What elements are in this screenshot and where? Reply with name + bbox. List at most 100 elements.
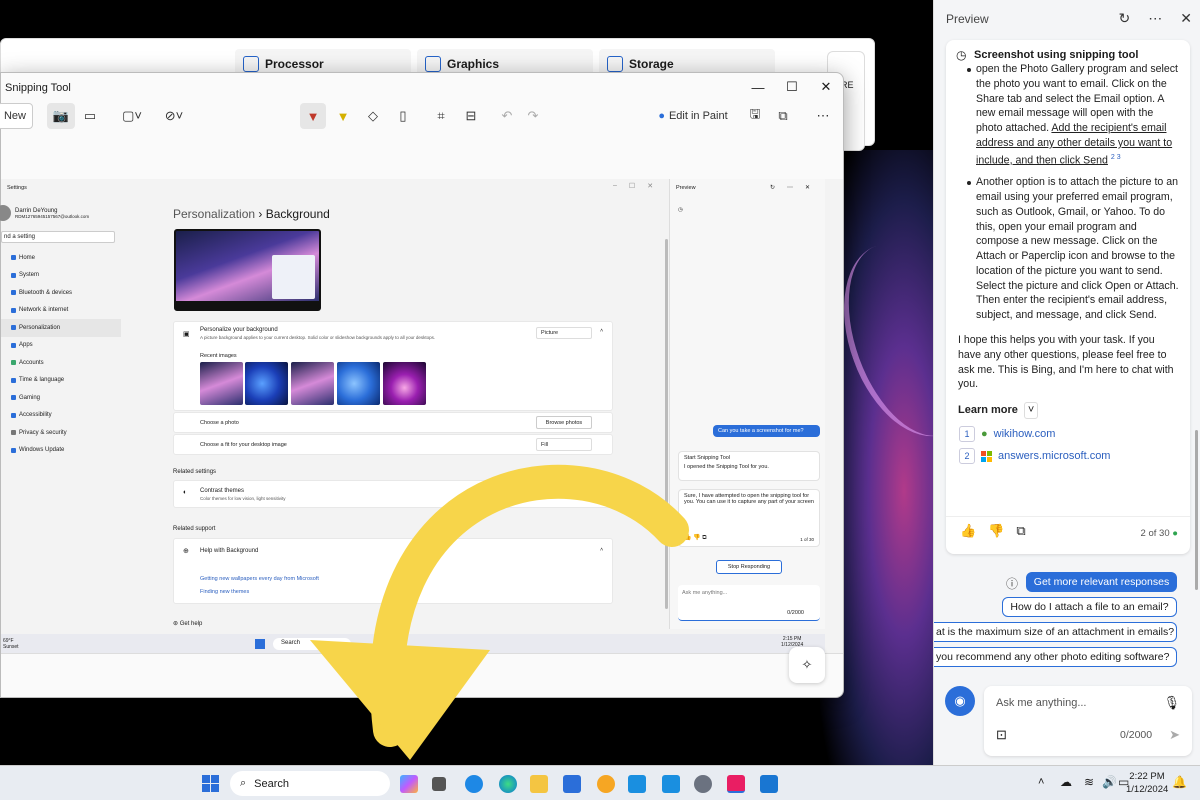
app-icon[interactable] xyxy=(628,775,646,793)
background-type-select[interactable]: Picture xyxy=(536,327,592,339)
close-button[interactable]: ✕ xyxy=(809,73,843,101)
get-more-responses-button[interactable]: Get more relevant responses xyxy=(1026,572,1177,592)
suggestion-chip[interactable]: you recommend any other photo editing so… xyxy=(934,647,1177,667)
learn-more-label: Learn more xyxy=(958,404,1018,417)
citation-link[interactable]: 2 answers.microsoft.com xyxy=(946,445,1190,467)
edge-icon[interactable] xyxy=(499,775,517,793)
char-count: 0/2000 xyxy=(1120,729,1153,741)
refresh-icon[interactable]: ↻ xyxy=(770,184,775,191)
video-icon[interactable]: ▭ xyxy=(77,103,103,129)
highlighter-icon[interactable]: ▼ xyxy=(331,103,355,129)
suggestion-chip[interactable]: at is the maximum size of an attachment … xyxy=(934,622,1177,642)
copilot-icon[interactable] xyxy=(400,775,418,793)
rectangle-mode-icon[interactable]: ▢˅ xyxy=(117,103,147,129)
more-icon[interactable]: ⋯ xyxy=(1148,10,1162,27)
nav-label: Gaming xyxy=(19,394,41,401)
screenshot-icon[interactable]: ⊡ xyxy=(996,727,1007,743)
themes-link[interactable]: Finding new themes xyxy=(200,589,249,595)
text-actions-icon[interactable]: ⊟ xyxy=(459,103,483,129)
recent-image-5[interactable] xyxy=(383,362,426,405)
close-icon[interactable]: ✕ xyxy=(805,184,810,191)
stop-responding-button[interactable]: Stop Responding xyxy=(716,560,782,574)
redo-icon[interactable]: ↷ xyxy=(521,103,545,129)
get-help-link[interactable]: ⊛ Get help xyxy=(173,620,202,627)
history-icon[interactable]: ◷ xyxy=(678,207,683,213)
delay-icon[interactable]: ⊘˅ xyxy=(159,103,189,129)
copilot-scrollbar[interactable] xyxy=(1195,430,1198,590)
teams-icon[interactable] xyxy=(465,775,483,793)
nav-privacy[interactable]: Privacy & security xyxy=(1,424,121,442)
recent-image-1[interactable] xyxy=(200,362,243,405)
wifi-icon[interactable]: ≋ xyxy=(1084,775,1094,789)
nav-network[interactable]: Network & internet xyxy=(1,302,121,320)
mail-icon[interactable] xyxy=(760,775,778,793)
snipping-tool-icon[interactable] xyxy=(727,775,745,793)
nav-accessibility[interactable]: Accessibility xyxy=(1,407,121,425)
history-icon[interactable]: ◷ xyxy=(956,48,966,62)
camera-icon[interactable]: 📷 xyxy=(47,103,75,129)
contrast-desc: Color themes for low vision, light sensi… xyxy=(200,496,286,501)
minimize-button[interactable]: — xyxy=(741,73,775,101)
more-icon[interactable]: ⋯ xyxy=(787,184,793,191)
nav-apps[interactable]: Apps xyxy=(1,337,121,355)
nav-system[interactable]: System xyxy=(1,267,121,285)
eraser-icon[interactable]: ◇ xyxy=(361,103,385,129)
store-icon[interactable] xyxy=(563,775,581,793)
maximize-button[interactable]: ☐ xyxy=(775,73,809,101)
start-icon[interactable] xyxy=(202,775,219,792)
ask-input[interactable]: Ask me anything... 🎙 ⊡ 0/2000 ➤ xyxy=(984,686,1192,756)
file-explorer-icon[interactable] xyxy=(530,775,548,793)
learn-more-toggle[interactable]: Learn more ˅ xyxy=(946,392,1190,420)
citation-link[interactable]: 1 ● wikihow.com xyxy=(946,423,1190,445)
nav-home[interactable]: Home xyxy=(1,249,121,267)
recent-image-4[interactable] xyxy=(337,362,380,405)
photos-icon[interactable] xyxy=(597,775,615,793)
more-icon[interactable]: ⋯ xyxy=(811,103,835,129)
recent-image-3[interactable] xyxy=(291,362,334,405)
microsoft-icon xyxy=(981,450,992,462)
taskbar-clock[interactable]: 2:22 PM 1/12/2024 xyxy=(1126,770,1168,796)
nav-windows-update[interactable]: Windows Update xyxy=(1,442,121,460)
suggestion-chip[interactable]: How do I attach a file to an email? xyxy=(1002,597,1177,617)
task-view-icon[interactable] xyxy=(432,777,446,791)
taskbar-search[interactable]: ⌕ Search xyxy=(230,771,390,796)
nav-time-language[interactable]: Time & language xyxy=(1,372,121,390)
collapse-chevron-icon[interactable]: ˄ xyxy=(600,328,603,334)
copy-icon[interactable]: ⧉ xyxy=(771,103,795,129)
edit-in-paint-button[interactable]: ● Edit in Paint xyxy=(653,103,733,129)
nav-gaming[interactable]: Gaming xyxy=(1,389,121,407)
thumbs-down-icon[interactable]: 👎 xyxy=(988,523,1004,539)
microphone-icon[interactable]: 🎙 xyxy=(1163,695,1180,711)
citation-refs[interactable]: 2 3 xyxy=(1111,154,1121,161)
nav-accounts[interactable]: Accounts xyxy=(1,354,121,372)
notes-app-icon[interactable] xyxy=(662,775,680,793)
refresh-icon[interactable]: ↻ xyxy=(1119,10,1131,27)
close-icon[interactable]: ✕ xyxy=(1180,10,1192,27)
inner-search-input[interactable]: nd a setting xyxy=(1,231,115,243)
onedrive-icon[interactable]: ☁ xyxy=(1060,775,1072,789)
settings-icon[interactable] xyxy=(694,775,712,793)
browse-photos-button[interactable]: Browse photos xyxy=(536,416,592,429)
crop-icon[interactable]: ⌗ xyxy=(429,103,453,129)
undo-icon[interactable]: ↶ xyxy=(495,103,519,129)
copy-icon[interactable]: ⧉ xyxy=(1016,523,1025,539)
citation-number: 2 xyxy=(959,448,975,465)
nav-personalization[interactable]: Personalization xyxy=(1,319,121,337)
recent-image-2[interactable] xyxy=(245,362,288,405)
chevron-up-icon[interactable]: ˄ xyxy=(1038,776,1044,788)
new-topic-button[interactable]: ◉ xyxy=(945,686,975,716)
breadcrumb: Personalization › Background xyxy=(173,207,330,221)
copilot-fab-icon[interactable]: ✧ xyxy=(789,647,825,683)
volume-icon[interactable]: 🔊 xyxy=(1102,775,1117,789)
ruler-icon[interactable]: ▯ xyxy=(391,103,415,129)
notification-bell-icon[interactable]: 🔔 xyxy=(1172,775,1187,789)
nav-bluetooth[interactable]: Bluetooth & devices xyxy=(1,284,121,302)
nav-label: Windows Update xyxy=(19,447,65,454)
save-icon[interactable]: 🖫 xyxy=(743,103,767,129)
breadcrumb-parent[interactable]: Personalization xyxy=(173,207,255,221)
pen-icon[interactable]: ▼ xyxy=(300,103,326,129)
response-counter: 2 of 30 ● xyxy=(1141,528,1178,539)
thumbs-up-icon[interactable]: 👍 xyxy=(960,523,976,539)
new-button[interactable]: New xyxy=(0,103,33,129)
send-icon[interactable]: ➤ xyxy=(1169,727,1180,743)
